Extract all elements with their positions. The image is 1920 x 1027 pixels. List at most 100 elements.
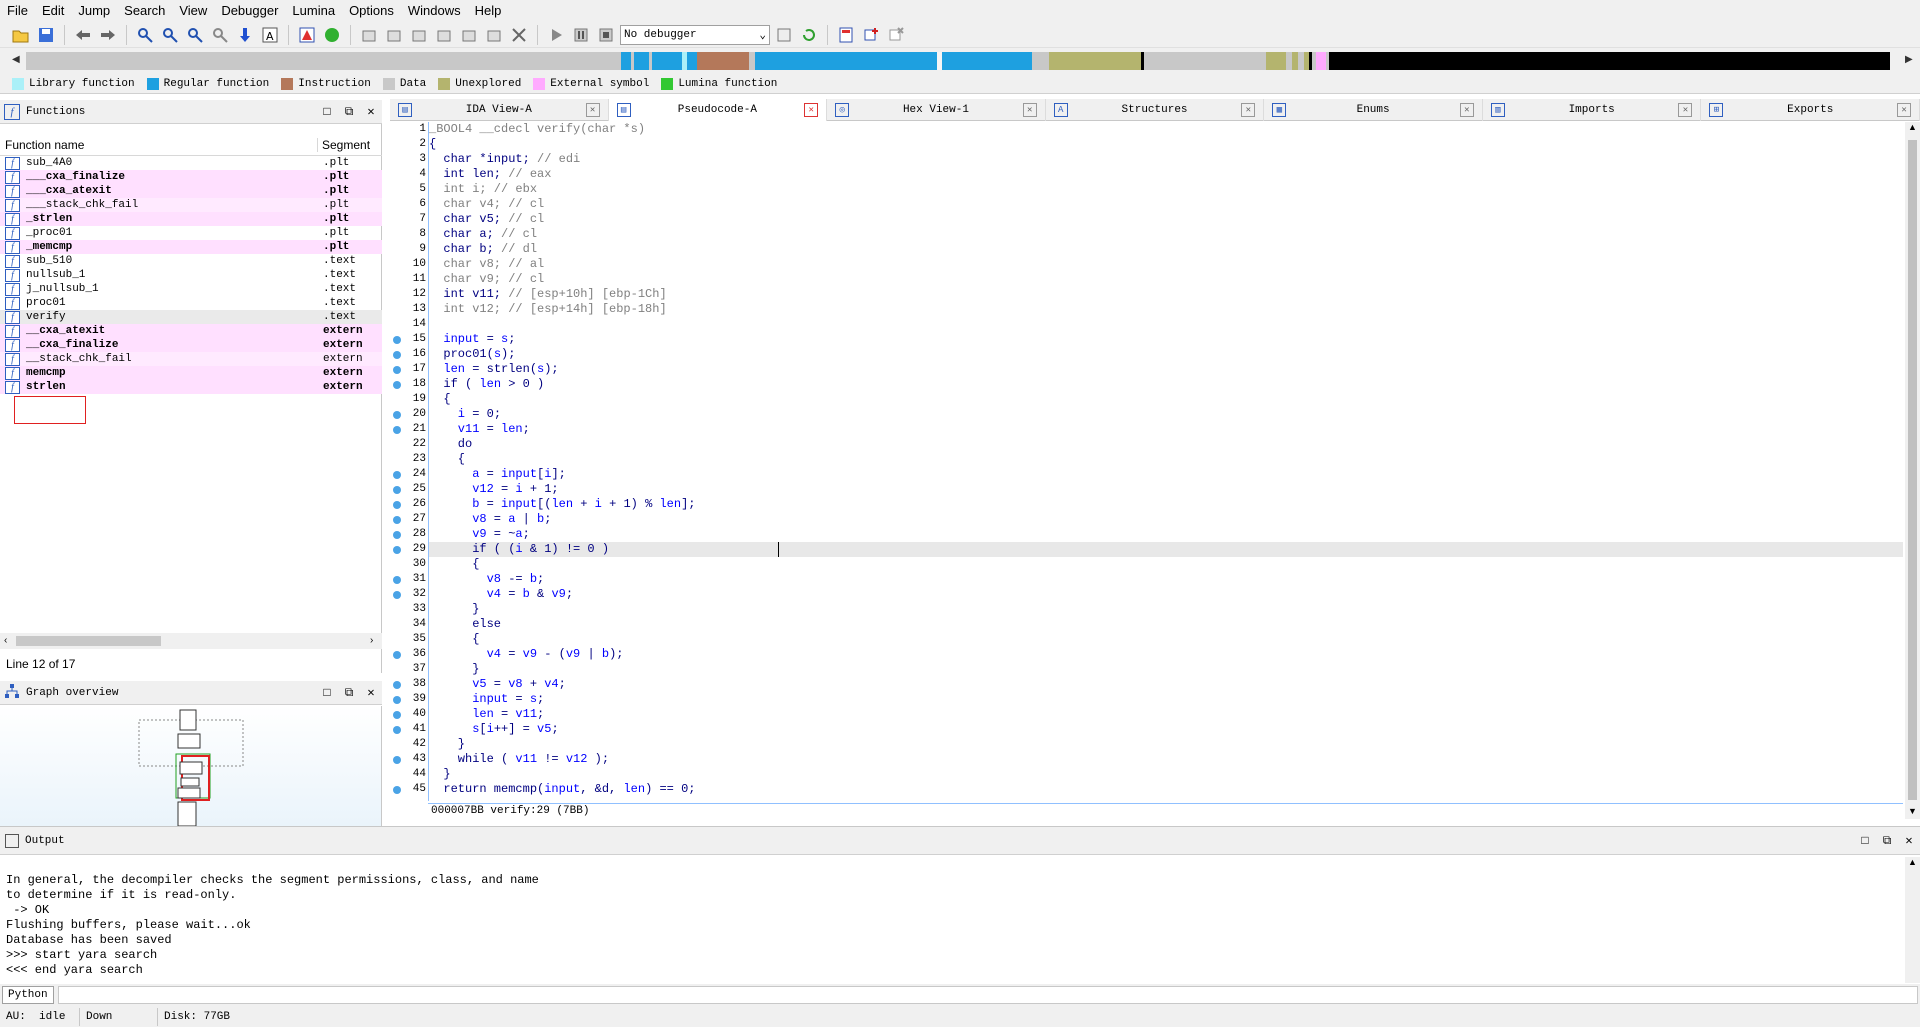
code-line[interactable]: { (429, 452, 1903, 467)
warning-icon[interactable] (296, 24, 318, 46)
scroll-thumb[interactable] (1908, 140, 1917, 800)
code-line[interactable]: v4 = b & v9; (429, 587, 1903, 602)
close-icon[interactable]: ✕ (1678, 103, 1693, 117)
close-icon[interactable]: ✕ (1898, 833, 1920, 848)
search-immediate-icon[interactable] (184, 24, 206, 46)
output-log[interactable]: In general, the decompiler checks the se… (6, 873, 539, 978)
breakpoint-marker-icon[interactable] (393, 531, 401, 539)
menu-lumina[interactable]: Lumina (285, 0, 342, 22)
code-line[interactable]: _BOOL4 __cdecl verify(char *s) (429, 122, 1903, 137)
function-row[interactable]: f __cxa_finalize extern (0, 338, 382, 352)
menu-debugger[interactable]: Debugger (214, 0, 285, 22)
code-line[interactable]: input = s; (429, 332, 1903, 347)
menu-edit[interactable]: Edit (35, 0, 71, 22)
code-line[interactable]: char v8; // al (429, 257, 1903, 272)
menu-jump[interactable]: Jump (71, 0, 117, 22)
horizontal-scrollbar[interactable]: ‹ › (0, 633, 382, 649)
code-line[interactable]: v11 = len; (429, 422, 1903, 437)
scroll-up-icon[interactable]: ▲ (1908, 857, 1917, 867)
breakpoint-marker-icon[interactable] (393, 366, 401, 374)
tab-pseudocode-a[interactable]: ▤ Pseudocode-A ✕ (608, 99, 828, 121)
function-row[interactable]: f memcmp extern (0, 366, 382, 380)
vertical-scrollbar[interactable]: ▲ ▼ (1905, 122, 1920, 819)
search-binary-icon[interactable] (134, 24, 156, 46)
code-line[interactable]: } (429, 737, 1903, 752)
breakpoint-marker-icon[interactable] (393, 471, 401, 479)
code-line[interactable]: len = v11; (429, 707, 1903, 722)
breakpoint-marker-icon[interactable] (393, 516, 401, 524)
menu-options[interactable]: Options (342, 0, 401, 22)
breakpoint-marker-icon[interactable] (393, 351, 401, 359)
code-line[interactable]: input = s; (429, 692, 1903, 707)
breakpoint-marker-icon[interactable] (393, 411, 401, 419)
breakpoint-marker-icon[interactable] (393, 696, 401, 704)
code-line[interactable]: char *input; // edi (429, 152, 1903, 167)
pseudocode-view[interactable]: 1 2 3 4 5 6 7 8 9 10 11 12 13 14 15 16 17 18 19 20 21 22 23 24 2… (390, 122, 1905, 811)
code-line[interactable]: int i; // ebx (429, 182, 1903, 197)
restore-icon[interactable]: ⧉ (1876, 834, 1898, 848)
close-icon[interactable]: ✕ (360, 104, 382, 119)
make-array-icon[interactable] (408, 24, 430, 46)
nav-left-arrow-icon[interactable]: ◀ (12, 54, 20, 65)
code-line[interactable]: do (429, 437, 1903, 452)
code-line[interactable]: if ( len > 0 ) (429, 377, 1903, 392)
code-line[interactable]: char b; // dl (429, 242, 1903, 257)
output-scrollbar[interactable]: ▲ (1905, 857, 1920, 983)
code-line[interactable]: return memcmp(input, &d, len) == 0; (429, 782, 1903, 797)
text-mode-icon[interactable]: A (259, 24, 281, 46)
breakpoint-marker-icon[interactable] (393, 651, 401, 659)
forward-arrow-icon[interactable] (97, 24, 119, 46)
search-text-icon[interactable] (159, 24, 181, 46)
code-line[interactable]: char v9; // cl (429, 272, 1903, 287)
close-icon[interactable]: ✕ (585, 103, 600, 117)
breakpoint-marker-icon[interactable] (393, 486, 401, 494)
search-sequence-icon[interactable] (209, 24, 231, 46)
scroll-up-icon[interactable]: ▲ (1908, 122, 1917, 132)
function-row[interactable]: f __cxa_atexit extern (0, 324, 382, 338)
run-green-icon[interactable] (321, 24, 343, 46)
code-line[interactable]: int v12; // [esp+14h] [ebp-18h] (429, 302, 1903, 317)
tab-ida-view-a[interactable]: ▤ IDA View-A ✕ (390, 99, 609, 121)
make-alignment-icon[interactable] (483, 24, 505, 46)
close-icon[interactable]: ✕ (1241, 103, 1256, 117)
close-icon[interactable]: ✕ (1459, 103, 1474, 117)
python-command-input[interactable] (57, 986, 1918, 1004)
code-line[interactable]: v8 = a | b; (429, 512, 1903, 527)
breakpoint-marker-icon[interactable] (393, 681, 401, 689)
open-folder-icon[interactable] (10, 24, 32, 46)
python-language-button[interactable]: Python (2, 986, 54, 1004)
code-line[interactable]: s[i++] = v5; (429, 722, 1903, 737)
code-line[interactable]: { (429, 632, 1903, 647)
back-arrow-icon[interactable] (72, 24, 94, 46)
tab-hex-view-1[interactable]: ◎ Hex View-1 ✕ (827, 99, 1046, 121)
function-row[interactable]: f ___cxa_atexit .plt (0, 184, 382, 198)
breakpoint-marker-icon[interactable] (393, 546, 401, 554)
menu-view[interactable]: View (172, 0, 214, 22)
breakpoint-marker-icon[interactable] (393, 336, 401, 344)
function-row[interactable]: f sub_510 .text (0, 254, 382, 268)
jump-down-icon[interactable] (234, 24, 256, 46)
menu-help[interactable]: Help (468, 0, 509, 22)
start-debugger-icon[interactable] (545, 24, 567, 46)
make-code-icon[interactable] (358, 24, 380, 46)
code-line[interactable] (429, 317, 1903, 332)
function-row[interactable]: f _memcmp .plt (0, 240, 382, 254)
navigation-strip[interactable] (26, 52, 1900, 70)
breakpoint-marker-icon[interactable] (393, 711, 401, 719)
code-line[interactable]: len = strlen(s); (429, 362, 1903, 377)
function-row[interactable]: f ___cxa_finalize .plt (0, 170, 382, 184)
function-row[interactable]: f nullsub_1 .text (0, 268, 382, 282)
scroll-down-icon[interactable]: ▼ (1908, 806, 1917, 816)
code-line[interactable]: int v11; // [esp+10h] [ebp-1Ch] (429, 287, 1903, 302)
debugger-options-icon[interactable] (773, 24, 795, 46)
calculator-icon[interactable] (835, 24, 857, 46)
menu-search[interactable]: Search (117, 0, 172, 22)
menu-windows[interactable]: Windows (401, 0, 468, 22)
menu-file[interactable]: File (0, 0, 35, 22)
tab-imports[interactable]: ▥ Imports ✕ (1483, 99, 1702, 121)
tab-structures[interactable]: A Structures ✕ (1046, 99, 1265, 121)
code-line[interactable]: a = input[i]; (429, 467, 1903, 482)
function-row[interactable]: f strlen extern (0, 380, 382, 394)
code-line[interactable]: char v4; // cl (429, 197, 1903, 212)
code-line[interactable]: { (429, 392, 1903, 407)
